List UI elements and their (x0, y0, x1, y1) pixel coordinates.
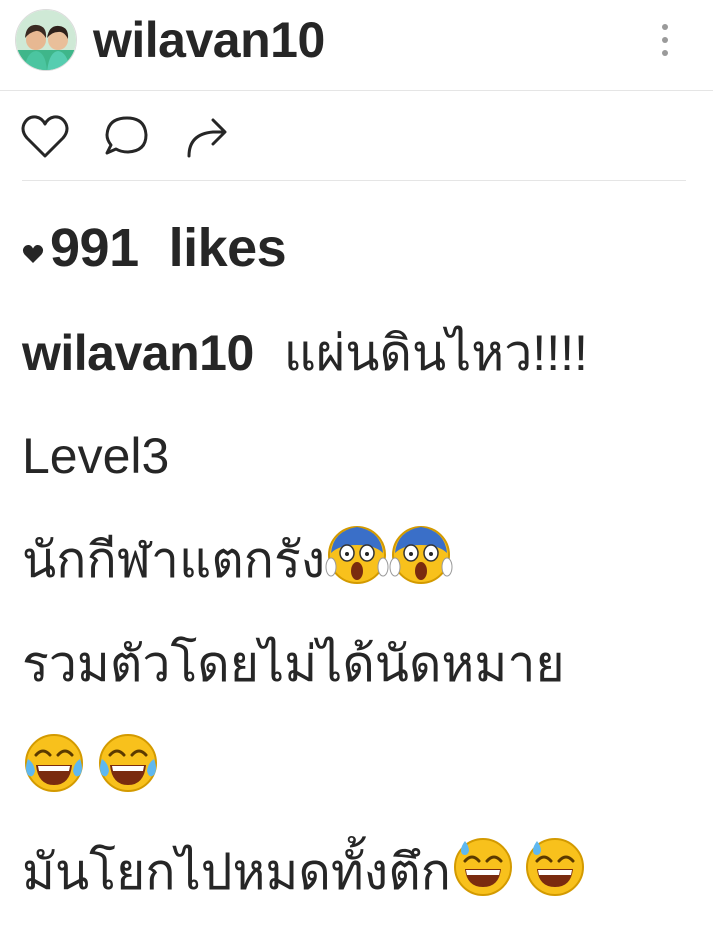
caption-line-3: นักกีฬาแตกรัง (22, 508, 702, 612)
screaming-face-emoji-icon (389, 526, 453, 584)
caption-line-5 (22, 716, 702, 820)
caption: wilavan10 แผ่นดินไหว!!!! Level3 นักกีฬาแต… (22, 318, 702, 924)
tears-of-joy-emoji-icon (25, 734, 83, 792)
caption-text-4: รวมตัวโดยไม่ได้นัดหมาย (22, 636, 565, 692)
caption-line-2: Level3 (22, 404, 702, 508)
likes-row[interactable]: 991 likes (22, 213, 287, 283)
caption-line-4: รวมตัวโดยไม่ได้นัดหมาย (22, 612, 702, 716)
caption-text-3: นักกีฬาแตกรัง (22, 532, 326, 588)
heart-filled-icon (22, 244, 44, 263)
share-icon[interactable] (183, 112, 233, 162)
comment-icon[interactable] (102, 112, 152, 162)
caption-text-2: Level3 (22, 428, 170, 484)
post-header: wilavan10 (0, 0, 713, 90)
screaming-face-emoji-icon (325, 526, 389, 584)
caption-line-6: มันโยกไปหมดทั้งตึก (22, 820, 702, 924)
post-username[interactable]: wilavan10 (93, 10, 325, 70)
caption-line-1: wilavan10 แผ่นดินไหว!!!! (22, 318, 702, 404)
grinning-sweat-emoji-icon (525, 838, 584, 896)
tears-of-joy-emoji-icon (99, 734, 157, 792)
action-bar (0, 92, 713, 180)
more-options-icon[interactable] (653, 20, 677, 60)
avatar[interactable] (15, 9, 77, 71)
header-divider (0, 90, 713, 91)
likes-count: 991 (50, 218, 139, 278)
likes-label: likes (168, 218, 287, 278)
grinning-sweat-emoji-icon (453, 838, 512, 896)
caption-text-1: แผ่นดินไหว!!!! (283, 325, 588, 381)
avatar-photo (16, 10, 76, 70)
actions-divider (22, 180, 686, 181)
caption-author[interactable]: wilavan10 (22, 325, 254, 381)
caption-text-6: มันโยกไปหมดทั้งตึก (22, 844, 451, 900)
likes-count-text: 991 likes (50, 213, 287, 283)
like-icon[interactable] (20, 112, 70, 162)
